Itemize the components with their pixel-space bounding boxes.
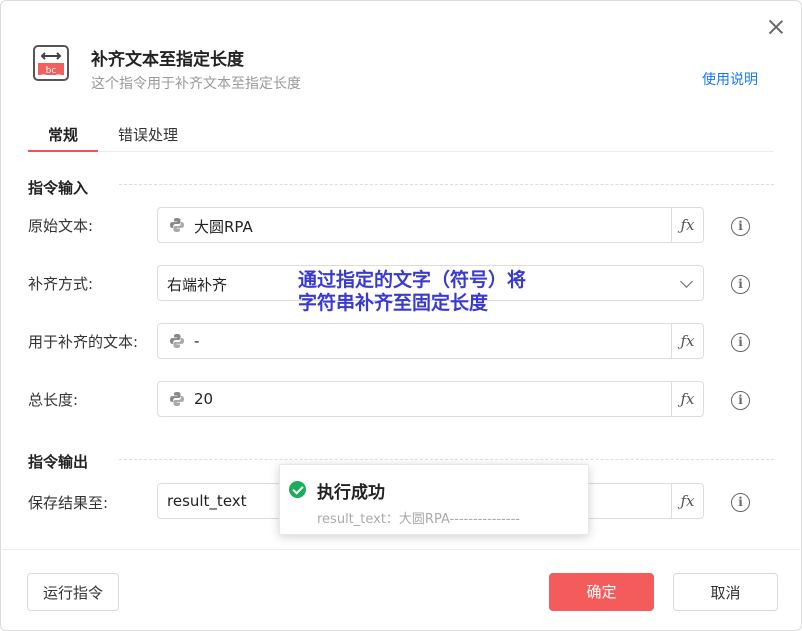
total-length-input[interactable]: 20 ƒx [157,381,704,417]
info-icon[interactable]: i [731,275,750,294]
toast-message: result_text：大圆RPA--------------- [317,512,520,527]
input-section-title: 指令输入 [28,179,89,197]
info-icon[interactable]: i [731,217,750,236]
pad-text-label: 用于补齐的文本: [28,333,139,351]
fx-button[interactable]: ƒx [671,382,703,416]
pad-text-command-icon: _bc_ [33,45,69,81]
tab-general[interactable]: 常规 [27,124,99,152]
python-icon [170,218,184,232]
close-icon[interactable] [766,17,786,37]
info-icon[interactable]: i [731,493,750,512]
check-circle-icon [289,481,306,498]
pad-text-input[interactable]: - ƒx [157,323,704,359]
annotation-line-1: 通过指定的文字（符号）将 [298,269,527,291]
pad-mode-label: 补齐方式: [28,275,94,293]
confirm-button[interactable]: 确定 [549,573,654,611]
toast-title: 执行成功 [317,483,385,503]
output-section-title: 指令输出 [28,453,89,471]
chevron-down-icon [680,275,693,288]
annotation-line-2: 字符串补齐至固定长度 [298,292,489,314]
info-icon[interactable]: i [731,333,750,352]
fx-button[interactable]: ƒx [671,324,703,358]
pad-mode-value: 右端补齐 [167,276,228,294]
svg-text:_bc_: _bc_ [40,66,61,76]
save-result-label: 保存结果至: [28,494,109,512]
cancel-button[interactable]: 取消 [673,573,778,611]
footer-divider [2,549,800,550]
python-icon [170,392,184,406]
total-length-label: 总长度: [28,391,79,409]
section-divider [119,184,774,185]
annotation-text: 通过指定的文字（符号）将 字符串补齐至固定长度 [298,269,526,315]
fx-button[interactable]: ƒx [671,208,703,242]
dialog-title: 补齐文本至指定长度 [91,50,244,70]
run-command-button[interactable]: 运行指令 [27,573,119,611]
tab-error-handling[interactable]: 错误处理 [118,124,178,145]
python-icon [170,334,184,348]
save-result-value: result_text [167,492,247,510]
total-length-value: 20 [194,390,214,408]
original-text-input[interactable]: 大圆RPA ƒx [157,207,704,243]
original-text-value: 大圆RPA [194,218,253,236]
section-divider [119,459,774,460]
dialog-subtitle: 这个指令用于补齐文本至指定长度 [91,76,301,92]
dialog: _bc_ 补齐文本至指定长度 这个指令用于补齐文本至指定长度 使用说明 常规 错… [0,0,802,631]
success-toast: 执行成功 result_text：大圆RPA--------------- [279,464,589,535]
pad-text-value: - [194,332,200,350]
fx-button[interactable]: ƒx [671,484,703,518]
original-text-label: 原始文本: [28,217,94,235]
tab-bar: 常规 错误处理 [27,119,774,152]
info-icon[interactable]: i [731,391,750,410]
help-link[interactable]: 使用说明 [702,69,758,89]
